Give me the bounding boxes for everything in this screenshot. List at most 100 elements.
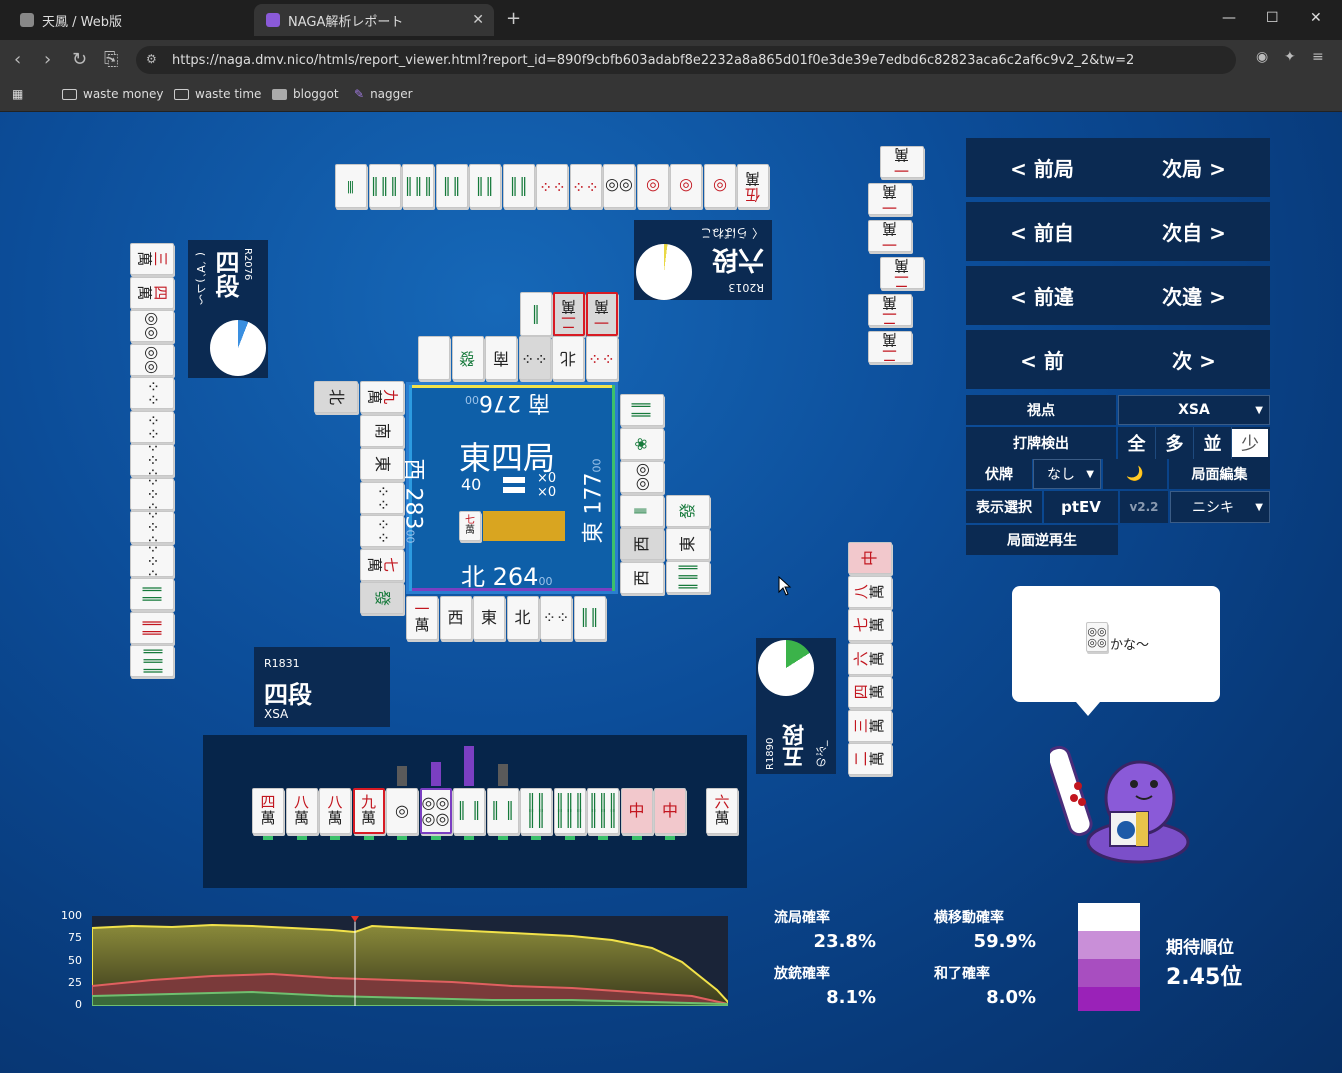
left-discard-tile: ║║║ <box>130 645 174 677</box>
drawn-tile[interactable]: 六萬 <box>706 788 738 834</box>
viewpoint-select[interactable]: XSA ▼ <box>1118 395 1270 425</box>
chevron-down-icon: ▼ <box>1255 404 1263 416</box>
graph-ytick: 50 <box>68 954 82 967</box>
top-discard-tile: ║║ <box>469 164 501 208</box>
right-meld-tile: 一萬 <box>880 146 924 178</box>
hand-tile[interactable]: 四萬 <box>252 788 284 834</box>
expected-rank-label: 期待順位 <box>1166 938 1234 958</box>
diff-nav: < 前違 次違 > <box>966 266 1270 325</box>
prev-diff-button[interactable]: < 前違 <box>966 281 1118 310</box>
left-player-win-pie <box>210 320 266 376</box>
top-player-box: R2013 六段 〈 らばねこ <box>634 220 772 300</box>
hand-tile[interactable]: ║ ║ <box>486 788 519 834</box>
hidden-tiles-label: 伏牌 <box>966 459 1032 489</box>
left-discard-tile: ◎◎ <box>130 343 174 376</box>
next-round-button[interactable]: 次局 > <box>1118 153 1270 182</box>
apps-icon[interactable]: ▦ <box>12 87 23 101</box>
site-info-icon[interactable]: ⚙ <box>146 52 157 66</box>
maximize-icon[interactable]: ☐ <box>1266 10 1279 26</box>
prev-self-button[interactable]: < 前自 <box>966 217 1118 246</box>
player-name: 〈 らばねこ <box>700 226 764 240</box>
seat-wind: 南 <box>528 390 551 415</box>
top-player-win-pie <box>636 244 692 300</box>
right-discard-tile: 三萬 <box>848 709 892 742</box>
display-mode-button[interactable]: ptEV <box>1044 491 1118 523</box>
hand-tile[interactable]: 八萬 <box>285 788 318 834</box>
next-diff-button[interactable]: 次違 > <box>1118 281 1270 310</box>
hand-tile[interactable]: 中 <box>654 788 686 834</box>
left-discard-tile: ⁘⁘ <box>130 410 174 443</box>
hand-tile[interactable]: ║║║ ║║║ <box>587 788 619 834</box>
player-name: ( ´∀`)レ〜 <box>194 252 207 305</box>
board-edit-button[interactable]: 局面編集 <box>1169 459 1270 489</box>
right-discard-tile: 二萬 <box>848 743 892 775</box>
menu-icon[interactable]: ≡ <box>1312 49 1324 65</box>
bottom-pond-tile: 一萬 <box>406 596 438 640</box>
prev-button[interactable]: < 前 <box>966 345 1118 374</box>
url-field[interactable]: ⚙ https://naga.dmv.nico/htmls/report_view… <box>136 46 1236 74</box>
hand-tile[interactable]: 中 <box>620 788 653 834</box>
hand-tile[interactable]: ║║ ║║ <box>520 788 552 834</box>
select-value: なし <box>1047 467 1075 483</box>
naga-report-viewer: R2013 六段 〈 らばねこ R2076 四段 ( ´∀`)レ〜 R1831 … <box>0 112 1342 1073</box>
detect-many-option[interactable]: 多 <box>1156 427 1194 459</box>
profile-icon[interactable]: ◉ <box>1256 49 1268 65</box>
graph-ytick: 100 <box>61 909 82 922</box>
expected-rank-value: 2.45位 <box>1166 965 1243 990</box>
detect-all-option[interactable]: 全 <box>1118 427 1156 459</box>
east-score: 東 17700 <box>576 458 608 543</box>
graph-ytick: 25 <box>68 976 82 989</box>
close-window-icon[interactable]: ✕ <box>1310 10 1322 26</box>
tab-naga[interactable]: NAGA解析レポート ✕ <box>254 4 494 36</box>
bottom-pond-tile: 西 <box>439 596 472 640</box>
close-tab-icon[interactable]: ✕ <box>472 12 484 28</box>
reverse-replay-button[interactable]: 局面逆再生 <box>966 525 1118 555</box>
top-pond-tile <box>418 336 450 380</box>
detect-normal-option[interactable]: 並 <box>1194 427 1232 459</box>
next-button[interactable]: 次 > <box>1118 345 1270 374</box>
dark-mode-moon-icon[interactable]: 🌙 <box>1103 459 1167 489</box>
hand-tile[interactable]: 九萬 <box>352 788 385 834</box>
model-select[interactable]: ニシキ ▼ <box>1170 491 1270 523</box>
tab-tenhou[interactable]: 天鳳 / Web版 <box>8 4 248 36</box>
discard-eval-bar <box>397 766 407 786</box>
riichi-sticks-count: ×0 <box>537 485 557 500</box>
detect-few-option[interactable]: 少 <box>1232 429 1268 457</box>
tenhou-favicon-icon <box>20 13 34 27</box>
bookmark-icon[interactable]: ⎘ <box>104 49 118 70</box>
bookmark-waste-time[interactable]: waste time <box>174 87 261 101</box>
probability-graph[interactable] <box>92 916 728 1006</box>
next-self-button[interactable]: 次自 > <box>1118 217 1270 246</box>
minimize-icon[interactable]: — <box>1222 10 1236 26</box>
left-pond-tile: 七萬 <box>360 548 404 581</box>
prev-round-button[interactable]: < 前局 <box>966 153 1118 182</box>
left-pond-tile: ⁘⁘ <box>360 515 404 547</box>
hand-tile[interactable]: ║║║ ║║║ <box>553 788 586 834</box>
top-pond-tile: ⁘⁘ <box>585 336 618 380</box>
reload-icon[interactable]: ↻ <box>72 49 87 70</box>
score-value: 264 <box>492 563 539 591</box>
hand-tile[interactable]: ◎◎ ◎◎ <box>419 788 452 834</box>
bookmark-bloggot[interactable]: bloggot <box>272 87 339 101</box>
bookmark-nagger[interactable]: ✎ nagger <box>354 87 413 101</box>
bookmark-label: waste money <box>83 87 164 101</box>
new-tab-icon[interactable]: + <box>506 8 521 29</box>
extensions-icon[interactable]: ✦ <box>1284 49 1296 65</box>
forward-icon[interactable]: › <box>44 49 51 70</box>
top-pond-tile: 南 <box>485 336 517 380</box>
top-discard-tile: ◎ <box>670 164 702 208</box>
back-icon[interactable]: ‹ <box>14 49 21 70</box>
hidden-tiles-select[interactable]: なし ▼ <box>1033 459 1101 489</box>
hand-tile-indicator <box>631 836 642 840</box>
left-player-box: R2076 四段 ( ´∀`)レ〜 <box>188 240 268 378</box>
rank-band-3 <box>1078 959 1140 987</box>
detect-level-segmented: 全 多 並 少 <box>1118 427 1270 459</box>
bookmark-waste-money[interactable]: waste money <box>62 87 163 101</box>
top-discard-tile: ║║ <box>502 164 535 208</box>
hand-tile[interactable]: ◎ <box>386 788 418 834</box>
right-seat-indicator <box>612 385 615 591</box>
score-sub: 00 <box>465 393 479 406</box>
yoko-label: 横移動確率 <box>934 910 1004 926</box>
hand-tile[interactable]: ║ ║ <box>453 788 485 834</box>
hand-tile[interactable]: 八萬 <box>319 788 351 834</box>
